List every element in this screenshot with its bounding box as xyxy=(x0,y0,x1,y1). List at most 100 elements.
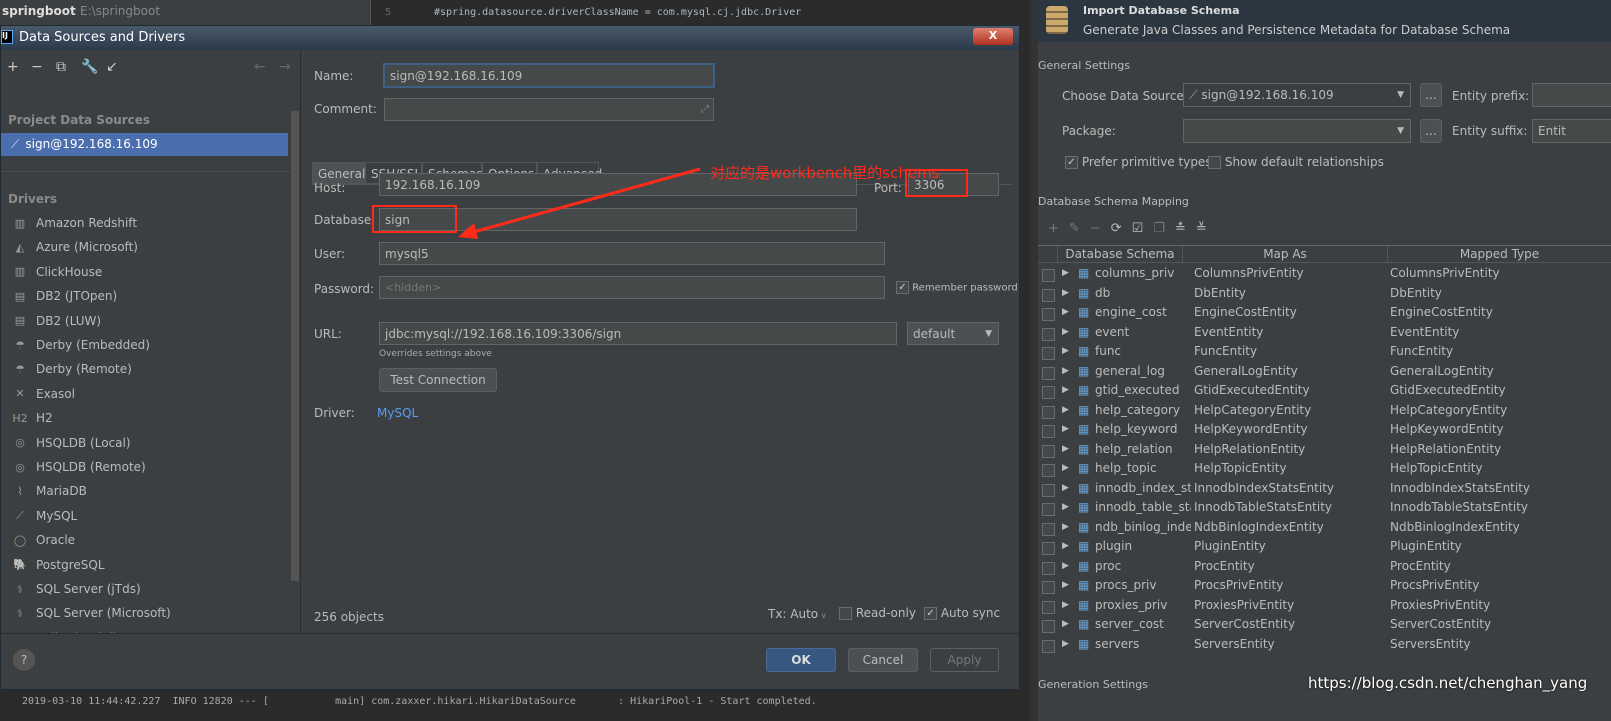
map-as[interactable]: InnodbIndexStatsEntity xyxy=(1194,481,1334,495)
read-only-checkbox[interactable]: Read-only xyxy=(839,606,916,620)
expand-arrow-icon[interactable]: ▶ xyxy=(1062,619,1069,629)
map-as[interactable]: ProcsPrivEntity xyxy=(1194,578,1283,592)
map-as[interactable]: GeneralLogEntity xyxy=(1194,364,1298,378)
apply-button[interactable]: Apply xyxy=(930,648,999,672)
url-mode-select[interactable]: default ▼ xyxy=(907,322,999,345)
driver-item[interactable]: ⌇ MariaDB xyxy=(11,479,87,503)
table-row[interactable]: ▶ ▦ db DbEntity DbEntity xyxy=(1038,283,1611,303)
table-row[interactable]: ▶ ▦ innodb_table_stat InnodbTableStatsEn… xyxy=(1038,497,1611,517)
expand-arrow-icon[interactable]: ▶ xyxy=(1062,268,1069,278)
test-connection-button[interactable]: Test Connection xyxy=(379,368,497,392)
driver-item[interactable]: ⚕ SQL Server (Microsoft) xyxy=(11,601,171,625)
table-row[interactable]: ▶ ▦ help_topic HelpTopicEntity HelpTopic… xyxy=(1038,458,1611,478)
column-database-schema[interactable]: Database Schema xyxy=(1058,246,1183,263)
expand-arrow-icon[interactable]: ▶ xyxy=(1062,366,1069,376)
map-as[interactable]: PluginEntity xyxy=(1194,539,1266,553)
remember-password-checkbox[interactable]: ✓ Remember password xyxy=(896,281,1018,294)
driver-item[interactable]: ☂ Derby (Remote) xyxy=(11,357,132,381)
map-as[interactable]: ColumnsPrivEntity xyxy=(1194,266,1304,280)
table-row[interactable]: ▶ ▦ gtid_executed GtidExecutedEntity Gti… xyxy=(1038,380,1611,400)
table-row[interactable]: ▶ ▦ event EventEntity EventEntity xyxy=(1038,322,1611,342)
expand-arrow-icon[interactable]: ▶ xyxy=(1062,405,1069,415)
table-row[interactable]: ▶ ▦ server_cost ServerCostEntity ServerC… xyxy=(1038,614,1611,634)
driver-item[interactable]: ⟋ MySQL xyxy=(11,504,77,528)
map-as[interactable]: NdbBinlogIndexEntity xyxy=(1194,520,1324,534)
table-row[interactable]: ▶ ▦ ndb_binlog_index NdbBinlogIndexEntit… xyxy=(1038,517,1611,537)
package-more-button[interactable]: ... xyxy=(1420,119,1442,143)
expand-arrow-icon[interactable]: ▶ xyxy=(1062,502,1069,512)
map-as[interactable]: ProcEntity xyxy=(1194,559,1255,573)
datasource-item[interactable]: ⟋ sign@192.168.16.109 xyxy=(1,133,288,156)
driver-link[interactable]: MySQL xyxy=(377,406,418,420)
driver-item[interactable]: ▤ DB2 (LUW) xyxy=(11,309,101,333)
expand-arrow-icon[interactable]: ▶ xyxy=(1062,424,1069,434)
expand-arrow-icon[interactable]: ▶ xyxy=(1062,639,1069,649)
map-as[interactable]: InnodbTableStatsEntity xyxy=(1194,500,1332,514)
comment-input[interactable]: ⤢ xyxy=(384,98,714,121)
forward-icon[interactable]: → xyxy=(279,59,291,75)
table-row[interactable]: ▶ ▦ procs_priv ProcsPrivEntity ProcsPriv… xyxy=(1038,575,1611,595)
entity-prefix-input[interactable] xyxy=(1532,83,1611,107)
ok-button[interactable]: OK xyxy=(766,648,836,672)
expand-arrow-icon[interactable]: ▶ xyxy=(1062,288,1069,298)
goto-icon[interactable]: ↙ xyxy=(106,59,118,75)
auto-sync-checkbox[interactable]: ✓ Auto sync xyxy=(924,606,1000,620)
expand-arrow-icon[interactable]: ▶ xyxy=(1062,561,1069,571)
map-as[interactable]: GtidExecutedEntity xyxy=(1194,383,1310,397)
package-select[interactable]: ▼ xyxy=(1183,119,1411,143)
sidebar-scrollbar[interactable] xyxy=(291,111,299,581)
url-input[interactable]: jdbc:mysql://192.168.16.109:3306/sign xyxy=(379,322,897,345)
driver-item[interactable]: ☂ Derby (Embedded) xyxy=(11,333,150,357)
table-row[interactable]: ▶ ▦ servers ServersEntity ServersEntity xyxy=(1038,634,1611,654)
map-as[interactable]: EventEntity xyxy=(1194,325,1263,339)
map-as[interactable]: HelpRelationEntity xyxy=(1194,442,1305,456)
code-editor[interactable]: 5 #spring.datasource.driverClassName = c… xyxy=(370,0,1030,25)
map-as[interactable]: HelpKeywordEntity xyxy=(1194,422,1308,436)
table-row[interactable]: ▶ ▦ func FuncEntity FuncEntity xyxy=(1038,341,1611,361)
table-row[interactable]: ▶ ▦ proc ProcEntity ProcEntity xyxy=(1038,556,1611,576)
table-row[interactable]: ▶ ▦ plugin PluginEntity PluginEntity xyxy=(1038,536,1611,556)
copy-icon[interactable]: ❐ xyxy=(1153,221,1175,236)
choose-ds-select[interactable]: ⟋ sign@192.168.16.109 ▼ xyxy=(1183,83,1411,107)
expand-arrow-icon[interactable]: ▶ xyxy=(1062,463,1069,473)
choose-ds-more-button[interactable]: ... xyxy=(1420,83,1442,107)
wrench-icon[interactable]: 🔧 xyxy=(81,59,98,75)
back-icon[interactable]: ← xyxy=(254,59,266,75)
table-row[interactable]: ▶ ▦ engine_cost EngineCostEntity EngineC… xyxy=(1038,302,1611,322)
name-input[interactable]: sign@192.168.16.109 xyxy=(383,63,715,88)
map-as[interactable]: ServerCostEntity xyxy=(1194,617,1295,631)
driver-item[interactable]: ◎ HSQLDB (Remote) xyxy=(11,455,146,479)
map-as[interactable]: HelpCategoryEntity xyxy=(1194,403,1311,417)
expand-arrow-icon[interactable]: ▶ xyxy=(1062,483,1069,493)
table-row[interactable]: ▶ ▦ innodb_index_stat InnodbIndexStatsEn… xyxy=(1038,478,1611,498)
add-icon[interactable]: + xyxy=(1048,221,1069,236)
expand-arrow-icon[interactable]: ▶ xyxy=(1062,600,1069,610)
driver-item[interactable]: ✕ Exasol xyxy=(11,382,75,406)
map-as[interactable]: FuncEntity xyxy=(1194,344,1257,358)
expand-all-icon[interactable]: ≛ xyxy=(1175,221,1196,236)
driver-item[interactable]: ◭ Azure (Microsoft) xyxy=(11,235,138,259)
user-input[interactable]: mysql5 xyxy=(379,242,885,265)
driver-item[interactable]: ▥ ClickHouse xyxy=(11,260,102,284)
show-default-rel-checkbox[interactable]: Show default relationships xyxy=(1208,155,1384,169)
driver-item[interactable]: ◯ Oracle xyxy=(11,528,75,552)
map-as[interactable]: ProxiesPrivEntity xyxy=(1194,598,1294,612)
expand-icon[interactable]: ⤢ xyxy=(701,104,709,115)
expand-arrow-icon[interactable]: ▶ xyxy=(1062,385,1069,395)
column-mapped-type[interactable]: Mapped Type xyxy=(1388,246,1611,263)
remove-icon[interactable]: − xyxy=(1090,221,1111,236)
check-all-icon[interactable]: ☑ xyxy=(1132,221,1154,236)
close-button[interactable]: X xyxy=(973,28,1013,45)
driver-item[interactable]: ▤ DB2 (JTOpen) xyxy=(11,284,117,308)
map-as[interactable]: EngineCostEntity xyxy=(1194,305,1297,319)
tx-mode-dropdown[interactable]: Tx: Auto ∨ xyxy=(768,607,827,621)
driver-item[interactable]: 🐘 PostgreSQL xyxy=(11,553,104,577)
expand-arrow-icon[interactable]: ▶ xyxy=(1062,346,1069,356)
refresh-icon[interactable]: ⟳ xyxy=(1111,221,1132,236)
driver-item[interactable]: H2 H2 xyxy=(11,406,52,430)
expand-arrow-icon[interactable]: ▶ xyxy=(1062,327,1069,337)
edit-icon[interactable]: ✎ xyxy=(1069,221,1090,236)
collapse-all-icon[interactable]: ≚ xyxy=(1196,221,1217,236)
remove-icon[interactable]: − xyxy=(31,59,43,75)
table-row[interactable]: ▶ ▦ proxies_priv ProxiesPrivEntity Proxi… xyxy=(1038,595,1611,615)
